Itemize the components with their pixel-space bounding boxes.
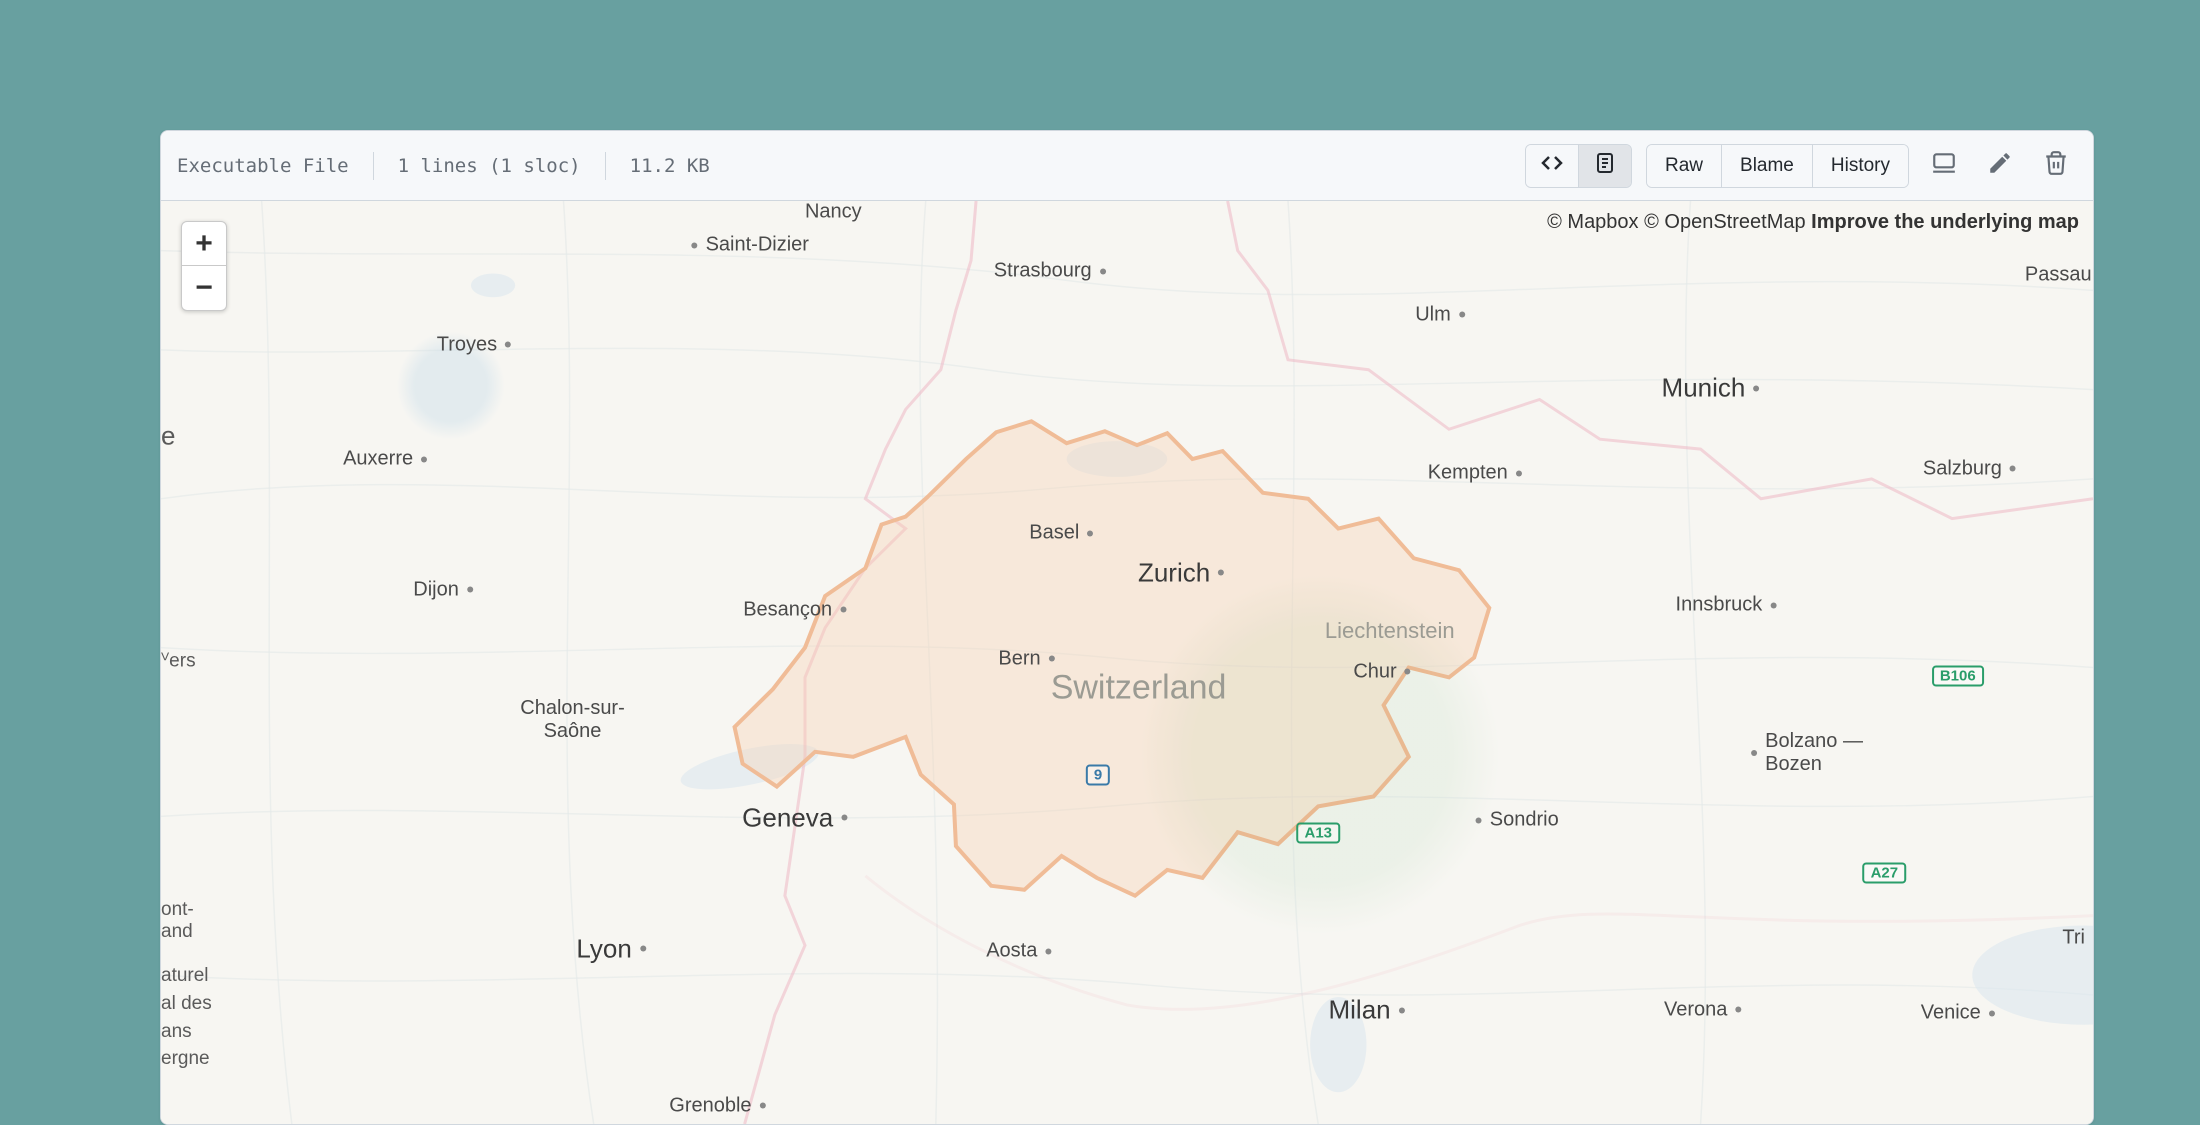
file-toolbar: Executable File 1 lines (1 sloc) 11.2 KB [161,131,2093,201]
desktop-icon [1931,150,1957,181]
city-label: Basel [1029,522,1093,545]
edit-button[interactable] [1979,145,2021,187]
pencil-icon [1987,150,2013,181]
view-toggle-group [1525,144,1632,188]
source-view-button[interactable] [1526,145,1578,187]
city-label: Geneva [742,802,847,833]
history-button[interactable]: History [1812,145,1908,187]
route-badge: A13 [1297,823,1341,844]
city-label: Lyon [576,933,645,964]
divider [373,152,374,180]
file-actions: Raw Blame History [1525,144,2077,188]
country-switzerland: Switzerland [1051,669,1227,708]
edge-label: ⱽers [161,649,196,672]
divider [605,152,606,180]
edge-label: al des [161,993,212,1015]
zoom-in-button[interactable]: + [182,222,226,266]
city-label: Ulm [1415,303,1465,326]
city-label: Milan [1328,995,1404,1026]
mapbox-attrib[interactable]: © Mapbox [1547,211,1638,233]
city-label: Passau [2025,263,2092,286]
country-liechtenstein: Liechtenstein [1325,618,1455,644]
file-meta: Executable File 1 lines (1 sloc) 11.2 KB [177,152,710,180]
city-label: Verona [1664,998,1741,1021]
rendered-view-button[interactable] [1578,145,1631,187]
file-lines-label: 1 lines (1 sloc) [398,155,581,177]
city-label: Saint-Dizier [692,234,809,257]
file-view-group: Raw Blame History [1646,144,1909,188]
edge-label: ergne [161,1048,210,1070]
route-badge: 9 [1086,765,1110,786]
file-type-label: Executable File [177,155,349,177]
edge-label: aturel [161,965,209,987]
file-size-label: 11.2 KB [630,155,710,177]
improve-map-link[interactable]: Improve the underlying map [1811,211,2079,233]
city-label: Dijon [413,578,473,601]
trash-icon [2043,150,2069,181]
map-view[interactable]: + − © Mapbox © OpenStreetMap Improve the… [161,201,2093,1124]
city-label: Kempten [1428,462,1522,485]
edge-label: ont- and [161,899,194,943]
city-label: Innsbruck [1676,594,1777,617]
document-icon [1593,151,1617,181]
city-label: Zurich [1138,557,1224,588]
map-attribution: © Mapbox © OpenStreetMap Improve the und… [1547,211,2079,234]
route-badge: B106 [1932,666,1984,687]
file-viewer-panel: Executable File 1 lines (1 sloc) 11.2 KB [160,130,2094,1125]
route-badge: A27 [1863,862,1907,883]
city-label: Strasbourg [994,260,1106,283]
city-label: Besançon [743,598,846,621]
city-label: Grenoble [669,1094,765,1117]
city-label: Bern [998,647,1054,670]
city-label: Bolzano — Bozen [1751,730,1863,776]
osm-attrib[interactable]: © OpenStreetMap [1644,211,1805,233]
raw-button[interactable]: Raw [1647,145,1721,187]
city-label: Chur [1353,660,1410,683]
city-label: Aosta [986,940,1051,963]
blame-button[interactable]: Blame [1721,145,1812,187]
city-label: Chalon-sur- Saône [520,697,624,743]
delete-button[interactable] [2035,145,2077,187]
city-label: Troyes [437,333,511,356]
city-label: Munich [1662,373,1760,404]
city-label: Sondrio [1476,809,1559,832]
edge-label: e [161,421,175,452]
desktop-button[interactable] [1923,145,1965,187]
city-label: Nancy [805,201,862,224]
city-label: Tri [2062,926,2085,949]
city-label: Venice [1921,1002,1995,1025]
zoom-out-button[interactable]: − [182,266,226,310]
city-label: Salzburg [1923,457,2016,480]
code-icon [1540,151,1564,181]
zoom-control: + − [181,221,227,311]
city-label: Auxerre [343,448,427,471]
edge-label: ans [161,1021,192,1043]
